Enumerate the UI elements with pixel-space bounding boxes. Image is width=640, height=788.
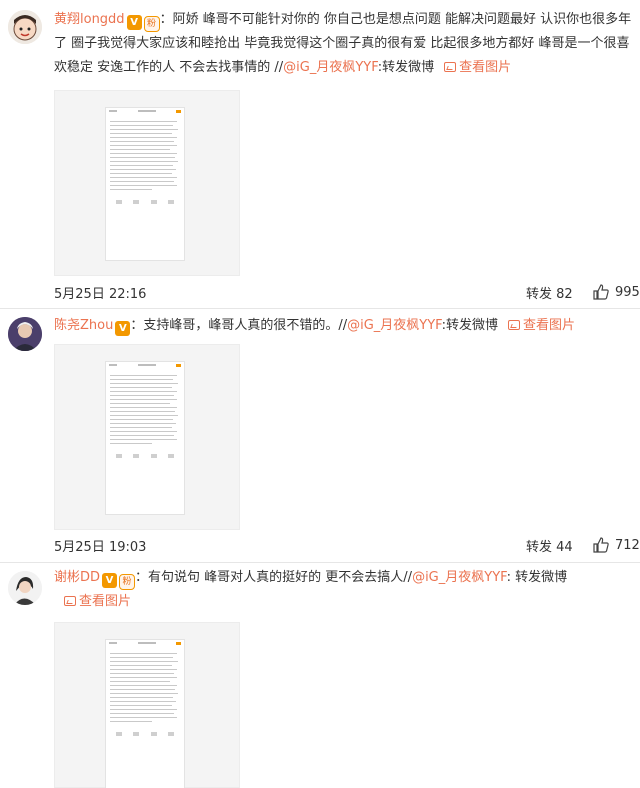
comment-text: 陈尧Zhou V ：支持峰哥，峰哥人真的很不错的。//@iG_月夜枫YYF:转发微博… (54, 314, 634, 338)
user-photo-icon (8, 317, 42, 351)
view-image-link[interactable]: 查看图片 (434, 60, 511, 75)
image-icon (508, 320, 521, 330)
comment-body: ：有句说句 峰哥对人真的挺好的 更不会去搞人// (135, 570, 413, 585)
repost-suffix: :转发微博 (377, 60, 435, 75)
view-image-label: 查看图片 (79, 594, 132, 609)
repost-suffix: :转发微博 (441, 318, 499, 333)
user-photo-icon (8, 571, 42, 605)
divider (0, 562, 640, 563)
comment-meta: 5月25日 19:03 转发 44 712 (54, 533, 640, 557)
repost-label: 转发 (526, 287, 553, 302)
timestamp: 5月25日 22:16 (54, 287, 147, 302)
repost-suffix: : 转发微博 (506, 570, 568, 585)
image-thumbnail[interactable] (54, 90, 240, 276)
divider (0, 308, 640, 309)
comment-text: 谢彬DD V 粉：有句说句 峰哥对人真的挺好的 更不会去搞人//@iG_月夜枫YYF… (54, 566, 634, 614)
timestamp: 5月25日 19:03 (54, 540, 147, 555)
thumbs-up-icon (593, 537, 609, 553)
repost-button[interactable]: 转发 82 (526, 283, 573, 302)
verified-badge-icon: V (115, 321, 131, 336)
avatar[interactable] (8, 571, 42, 605)
comment-text: 黄翔longdd V 粉：阿娇 峰哥不可能针对你的 你自己也是想点问题 能解决问题最… (54, 8, 634, 80)
like-count: 712 (615, 537, 640, 553)
image-thumbnail[interactable] (54, 344, 240, 530)
image-thumbnail[interactable] (54, 622, 240, 788)
repost-label: 转发 (526, 540, 553, 555)
like-button[interactable]: 995 (592, 280, 640, 304)
image-icon (64, 596, 76, 606)
verified-badge-icon: V (102, 573, 118, 588)
mention-link[interactable]: @iG_月夜枫YYF (283, 60, 378, 75)
avatar[interactable] (8, 317, 42, 351)
comment-body: ：支持峰哥，峰哥人真的很不错的。// (130, 318, 348, 333)
verified-badge-icon: V (126, 15, 142, 30)
repost-count: 44 (556, 540, 573, 555)
cartoon-face-icon (8, 10, 42, 44)
mention-link[interactable]: @iG_月夜枫YYF (347, 318, 442, 333)
avatar[interactable] (8, 10, 42, 44)
username[interactable]: 陈尧Zhou (54, 318, 113, 333)
screenshot-preview (105, 361, 185, 515)
username[interactable]: 谢彬DD (54, 570, 100, 585)
screenshot-preview (105, 639, 185, 788)
like-count: 995 (615, 284, 640, 300)
view-image-label: 查看图片 (459, 60, 512, 75)
repost-button[interactable]: 转发 44 (526, 536, 573, 555)
view-image-link[interactable]: 查看图片 (54, 594, 131, 609)
username[interactable]: 黄翔longdd (54, 12, 125, 27)
comment-meta: 5月25日 22:16 转发 82 995 (54, 280, 640, 304)
mention-link[interactable]: @iG_月夜枫YYF (412, 570, 507, 585)
image-icon (444, 62, 457, 72)
thumbs-up-icon (593, 284, 609, 300)
screenshot-preview (105, 107, 185, 261)
fan-badge-icon: 粉 (143, 16, 160, 32)
fan-badge-icon: 粉 (119, 574, 136, 590)
view-image-label: 查看图片 (523, 318, 576, 333)
like-button[interactable]: 712 (592, 533, 640, 557)
view-image-link[interactable]: 查看图片 (498, 318, 575, 333)
repost-count: 82 (556, 287, 573, 302)
